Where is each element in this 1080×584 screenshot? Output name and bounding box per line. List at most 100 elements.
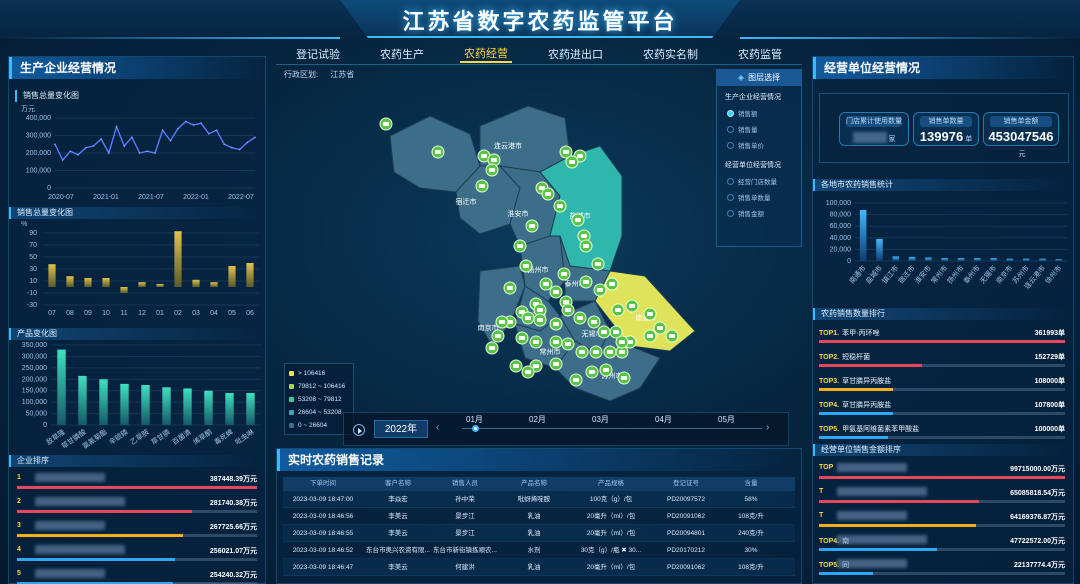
x-tick-label: 2022-01	[183, 194, 209, 201]
rank-label: TOP4. 草甘膦异丙胺盐	[819, 400, 891, 410]
timeline-track[interactable]	[462, 428, 762, 429]
rank-value: 65085818.54万元	[1010, 490, 1065, 497]
rank-number: 4	[17, 546, 21, 553]
map-pin	[565, 155, 579, 169]
pin-glyph	[481, 154, 487, 158]
rank-fill	[17, 534, 183, 537]
rank-item: T 64169376.87万元	[815, 509, 1071, 533]
table-cell: 水剂	[527, 547, 541, 554]
layer-option[interactable]: 销售单数量	[727, 192, 801, 202]
main-nav: 登记试验 农药生产 农药经营 农药进出口 农药实名制 农药监管	[276, 44, 802, 64]
layer-option[interactable]: 销售单价	[727, 140, 801, 150]
rank-value: 47722572.00万元	[1010, 538, 1065, 545]
city-bar	[925, 257, 932, 261]
nav-tab[interactable]: 农药实名制	[639, 46, 702, 62]
x-tick-label: 扬州市	[945, 264, 965, 286]
rank-number: TOP5.	[819, 426, 840, 433]
growth-bar	[84, 278, 92, 287]
timeline-month[interactable]: 02月	[529, 414, 546, 425]
layer-option[interactable]: 销售量	[727, 124, 801, 134]
rank-fill	[819, 412, 893, 415]
x-tick-label: 镇江市	[880, 264, 900, 286]
year-select[interactable]: 2022年	[374, 420, 428, 438]
redacted-value	[852, 132, 887, 144]
layers-icon: ◈	[737, 73, 745, 82]
nav-tab[interactable]: 登记试验	[292, 46, 344, 62]
x-tick-label: 2021-01	[93, 194, 119, 201]
map-pin	[553, 199, 567, 213]
table-cell: 孙中荣	[455, 496, 475, 503]
legend-swatch	[289, 371, 294, 376]
x-tick-label: 宿迁市	[896, 264, 916, 286]
table-row[interactable]: 2023-03-09 18:46:56 李美云 景步江 乳油 20毫升（ml）/包 PD2…	[283, 508, 795, 525]
rank-item: 2 281740.38万元	[13, 495, 263, 519]
city-bar	[859, 209, 867, 261]
rank-track	[17, 558, 257, 561]
pin-glyph	[601, 330, 607, 334]
product-bar	[57, 349, 66, 425]
nav-tab[interactable]: 农药生产	[376, 46, 428, 62]
map-pin	[653, 321, 667, 335]
timeline-month[interactable]: 05月	[718, 414, 735, 425]
rank-number: TOP1.	[819, 330, 840, 337]
table-row[interactable]: 2023-03-09 18:46:47 李美云 何建洪 乳油 20毫升（ml）/包 PD2…	[283, 559, 795, 576]
play-button[interactable]	[353, 424, 365, 436]
table-row[interactable]: 2023-03-09 18:46:52 东台市奥兴农资有限... 东台市新街镇拣顺农…	[283, 542, 795, 559]
rank-item: TOP5.同22137774.4万元	[815, 557, 1071, 581]
pin-glyph	[607, 350, 613, 354]
timeline-month[interactable]: 01月	[466, 414, 483, 425]
jiangsu-map[interactable]: 连云港市宿迁市盐城市淮安市扬州市泰州市南通市南京市镇江市常州市无锡市苏州市	[360, 96, 720, 416]
qty-rank-list: TOP1. 苯甲·丙环唑 361993单 TOP2. 短稳杆菌 152729单 TOP3. 草…	[815, 325, 1071, 445]
stats-row: 门店累计使用数量家销售单数量 139976 单销售单金额 453047546元	[839, 112, 1059, 158]
layer-option[interactable]: 经营门店数量	[727, 176, 801, 186]
table-header-cell: 下单时间	[310, 480, 336, 487]
map-pin	[503, 281, 517, 295]
rank-value: 254240.32万元	[209, 572, 257, 579]
map-pin	[615, 335, 629, 349]
product-bar	[162, 387, 171, 425]
timeline-month[interactable]: 03月	[592, 414, 609, 425]
rank-fill	[819, 364, 923, 367]
rank-value: 267725.66万元	[209, 524, 257, 531]
timeline-prev-button[interactable]: ‹	[436, 422, 439, 433]
rank-value: 99715000.00万元	[1010, 466, 1065, 473]
nav-tab[interactable]: 农药进出口	[544, 46, 607, 62]
layer-option[interactable]: 销售金额	[727, 208, 801, 218]
layer-option[interactable]: 销售额	[727, 108, 801, 118]
map-pin	[533, 313, 547, 327]
timeline-handle[interactable]	[472, 425, 479, 432]
timeline-next-button[interactable]: ›	[766, 422, 769, 433]
rank-value: 64169376.87万元	[1010, 514, 1065, 521]
pin-glyph	[629, 304, 635, 308]
timeline-month[interactable]: 04月	[655, 414, 672, 425]
rank-track	[819, 340, 1065, 343]
layer-selector-head[interactable]: ◈ 图层选择	[717, 70, 801, 86]
records-panel: 实时农药销售记录 下单时间 客户名称 销售人员 产品名称 产品规格 登记证号 含量 2023…	[276, 448, 802, 584]
map-pin	[529, 335, 543, 349]
sales-point	[254, 136, 256, 139]
city-bar	[974, 258, 981, 261]
table-row[interactable]: 2023-03-09 18:46:55 李美云 景步江 乳油 20毫升（ml）/包 PD2…	[283, 525, 795, 542]
sales-point	[215, 129, 218, 132]
radio-icon	[727, 193, 734, 201]
rank-track	[819, 436, 1065, 439]
nav-tab[interactable]: 农药监管	[734, 46, 786, 62]
pin-glyph	[435, 150, 441, 154]
pin-glyph	[517, 244, 523, 248]
table-cell: 58%	[744, 496, 758, 503]
legend-row: 79812 ~ 106416	[289, 380, 349, 393]
table-row[interactable]: 2023-03-09 18:47:00 李焱宏 孙中荣 吡蚜烯啶胺 100克（g）/包 P…	[283, 491, 795, 508]
legend-swatch	[289, 410, 294, 415]
stat-card: 销售单数量 139976 单	[913, 112, 979, 146]
table-cell: 2023-03-09 18:46:55	[292, 530, 354, 537]
region-selector[interactable]: 行政区划: 江苏省	[284, 69, 354, 80]
legend-label: 26604 ~ 53208	[298, 409, 342, 416]
pin-glyph	[613, 330, 619, 334]
x-tick-label: 02	[174, 310, 182, 317]
map-pin	[539, 277, 553, 291]
nav-tab[interactable]: 农药经营	[460, 45, 512, 63]
map-pin	[519, 259, 533, 273]
rank-track	[819, 500, 1065, 503]
growth-bar	[246, 263, 254, 287]
radio-icon	[727, 209, 734, 217]
